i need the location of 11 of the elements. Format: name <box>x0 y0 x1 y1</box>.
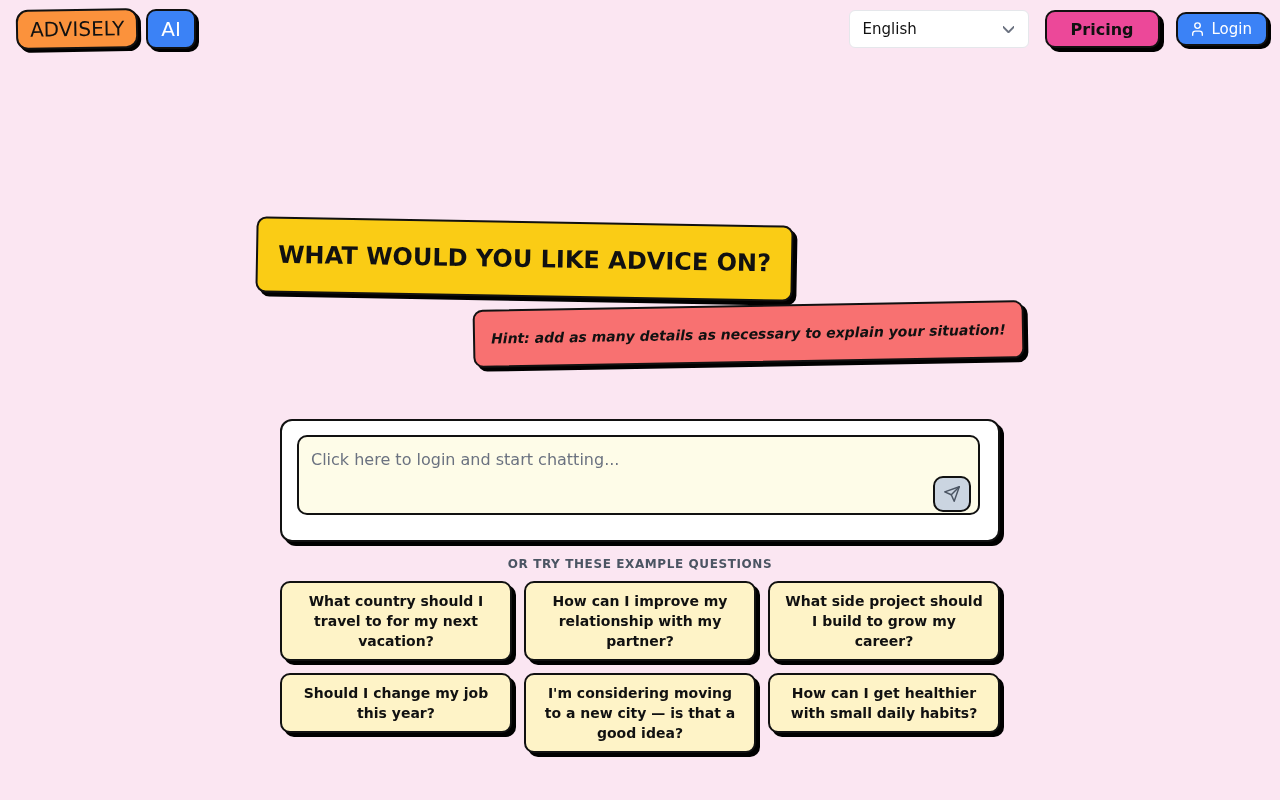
page-heading: WHAT WOULD YOU LIKE ADVICE ON? <box>255 216 794 302</box>
user-icon <box>1191 22 1203 36</box>
ai-badge: AI <box>146 9 196 49</box>
language-select[interactable]: English <box>848 10 1029 48</box>
examples-heading: OR TRY THESE EXAMPLE QUESTIONS <box>507 556 773 572</box>
logo-link[interactable]: ADVISELY <box>15 7 139 51</box>
hint-banner: Hint: add as many details as necessary to explain your situation! <box>472 300 1025 368</box>
send-icon <box>944 486 960 502</box>
chevron-icon <box>1002 25 1014 33</box>
login-button[interactable]: Login <box>1175 12 1268 46</box>
message-input[interactable]: Click here to login and start chatting... <box>297 435 980 515</box>
